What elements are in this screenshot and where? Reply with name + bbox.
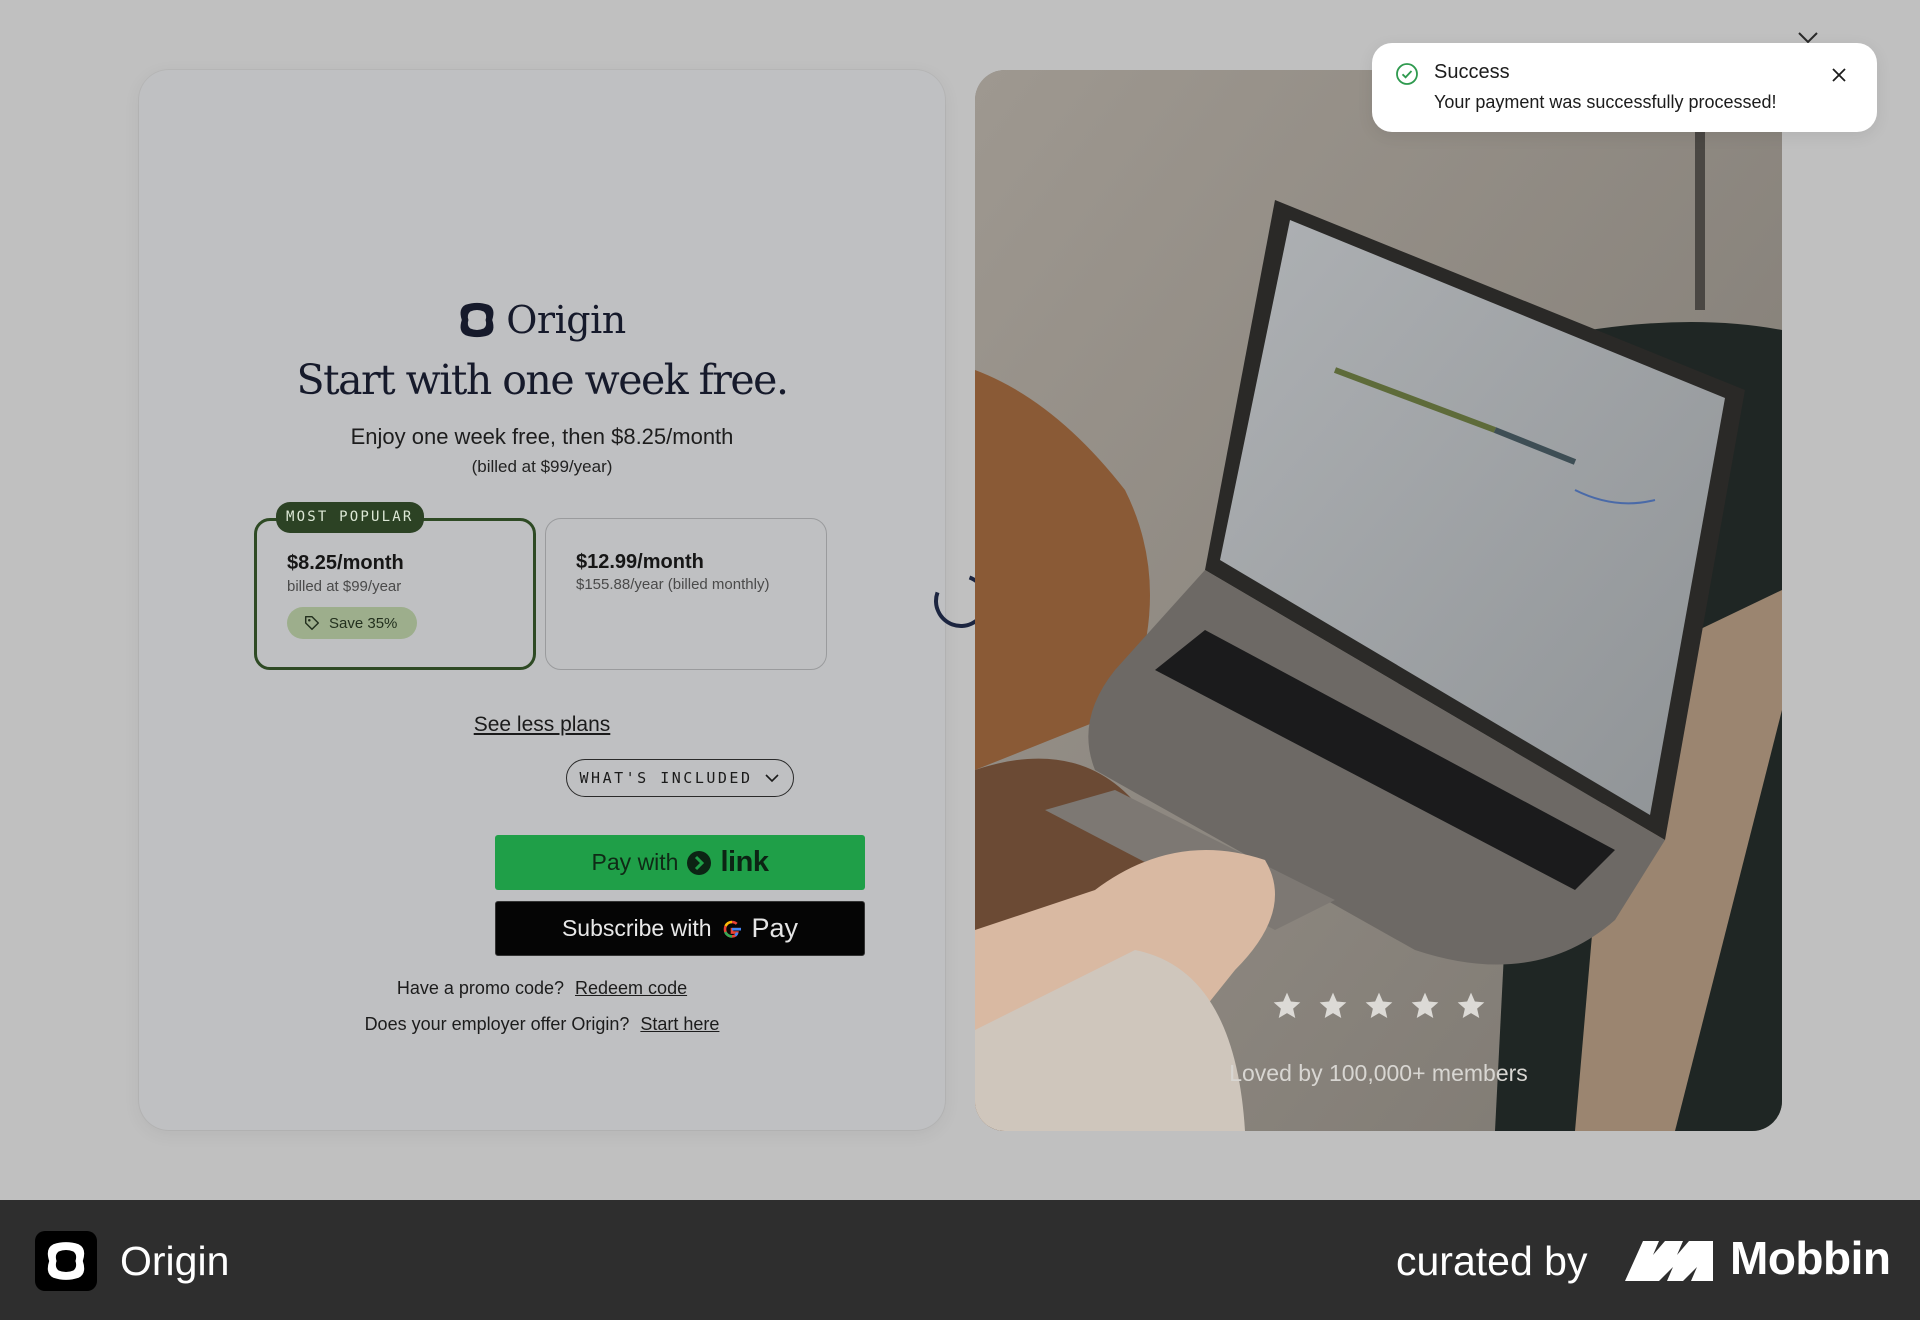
- most-popular-badge: MOST POPULAR: [276, 502, 424, 533]
- curated-by-label: curated by: [1396, 1238, 1588, 1284]
- members-caption: Loved by 100,000+ members: [1229, 1060, 1528, 1086]
- star-icon: [1319, 992, 1346, 1018]
- billing-note: (billed at $99/year): [471, 457, 613, 476]
- save-badge: Save 35%: [287, 607, 418, 639]
- plan-billing-note: billed at $99/year: [287, 578, 402, 595]
- whats-included-button[interactable]: WHAT'S INCLUDED: [566, 759, 794, 797]
- link-arrow-icon: [687, 850, 712, 875]
- close-icon[interactable]: [1829, 65, 1849, 85]
- signup-card: Origin Start with one week free. Enjoy o…: [139, 70, 945, 1130]
- plan-price: $12.99/month: [576, 551, 704, 573]
- curator-name: Mobbin: [1730, 1232, 1891, 1284]
- plan-price: $8.25/month: [287, 552, 404, 574]
- page-headline: Start with one week free.: [296, 356, 789, 404]
- employer-text: Does your employer offer Origin?: [364, 1014, 630, 1034]
- employer-row: Does your employer offer Origin? Start h…: [139, 1014, 945, 1035]
- see-less-plans-link[interactable]: See less plans: [139, 713, 945, 737]
- origin-logo-icon: [460, 302, 494, 338]
- mobbin-logo-icon: [1625, 1241, 1713, 1281]
- star-icon: [1457, 992, 1484, 1018]
- google-g-icon: [723, 920, 741, 938]
- trial-subtitle: Enjoy one week free, then $8.25/month: [350, 424, 734, 449]
- page-backdrop: Origin Start with one week free. Enjoy o…: [0, 0, 1920, 1200]
- promo-code-row: Have a promo code? Redeem code: [139, 978, 945, 999]
- chevron-down-icon: [765, 774, 780, 783]
- star-icon: [1365, 992, 1392, 1018]
- redeem-code-link[interactable]: Redeem code: [575, 978, 687, 998]
- laptop-photo-illustration: [975, 70, 1782, 1131]
- toast-title: Success: [1434, 61, 1510, 83]
- star-icon: [1411, 992, 1438, 1018]
- save-badge-label: Save 35%: [329, 614, 398, 632]
- rating-stars: [975, 990, 1782, 1022]
- footer-bar: Origin curated by Mobbin: [0, 1200, 1920, 1320]
- gpay-wordmark: Pay: [751, 913, 799, 943]
- success-toast: Success Your payment was successfully pr…: [1372, 43, 1877, 132]
- pay-with-link-button[interactable]: Pay with link: [495, 835, 865, 890]
- tag-icon: [304, 615, 320, 631]
- pay-with-label: Pay with: [591, 849, 679, 875]
- start-here-link[interactable]: Start here: [640, 1014, 719, 1034]
- subscribe-with-label: Subscribe with: [561, 915, 712, 941]
- check-circle-icon: [1396, 63, 1418, 85]
- whats-included-label: WHAT'S INCLUDED: [579, 769, 753, 787]
- hero-photo: Loved by 100,000+ members: [975, 70, 1782, 1131]
- plan-option-monthly[interactable]: $12.99/month $155.88/year (billed monthl…: [545, 518, 827, 670]
- app-icon: [35, 1231, 97, 1291]
- brand-logo: Origin: [139, 298, 945, 342]
- star-icon: [1273, 992, 1300, 1018]
- footer-app-name: Origin: [120, 1238, 230, 1284]
- promo-code-text: Have a promo code?: [396, 978, 564, 998]
- link-wordmark: link: [720, 846, 769, 878]
- plan-option-annual[interactable]: $8.25/month billed at $99/year Save 35%: [254, 518, 536, 670]
- plan-billing-note: $155.88/year (billed monthly): [576, 576, 770, 593]
- brand-name: Origin: [506, 298, 626, 342]
- subscribe-with-gpay-button[interactable]: Subscribe with Pay: [495, 901, 865, 956]
- toast-message: Your payment was successfully processed!: [1434, 92, 1777, 112]
- origin-logo-icon: [47, 1242, 85, 1280]
